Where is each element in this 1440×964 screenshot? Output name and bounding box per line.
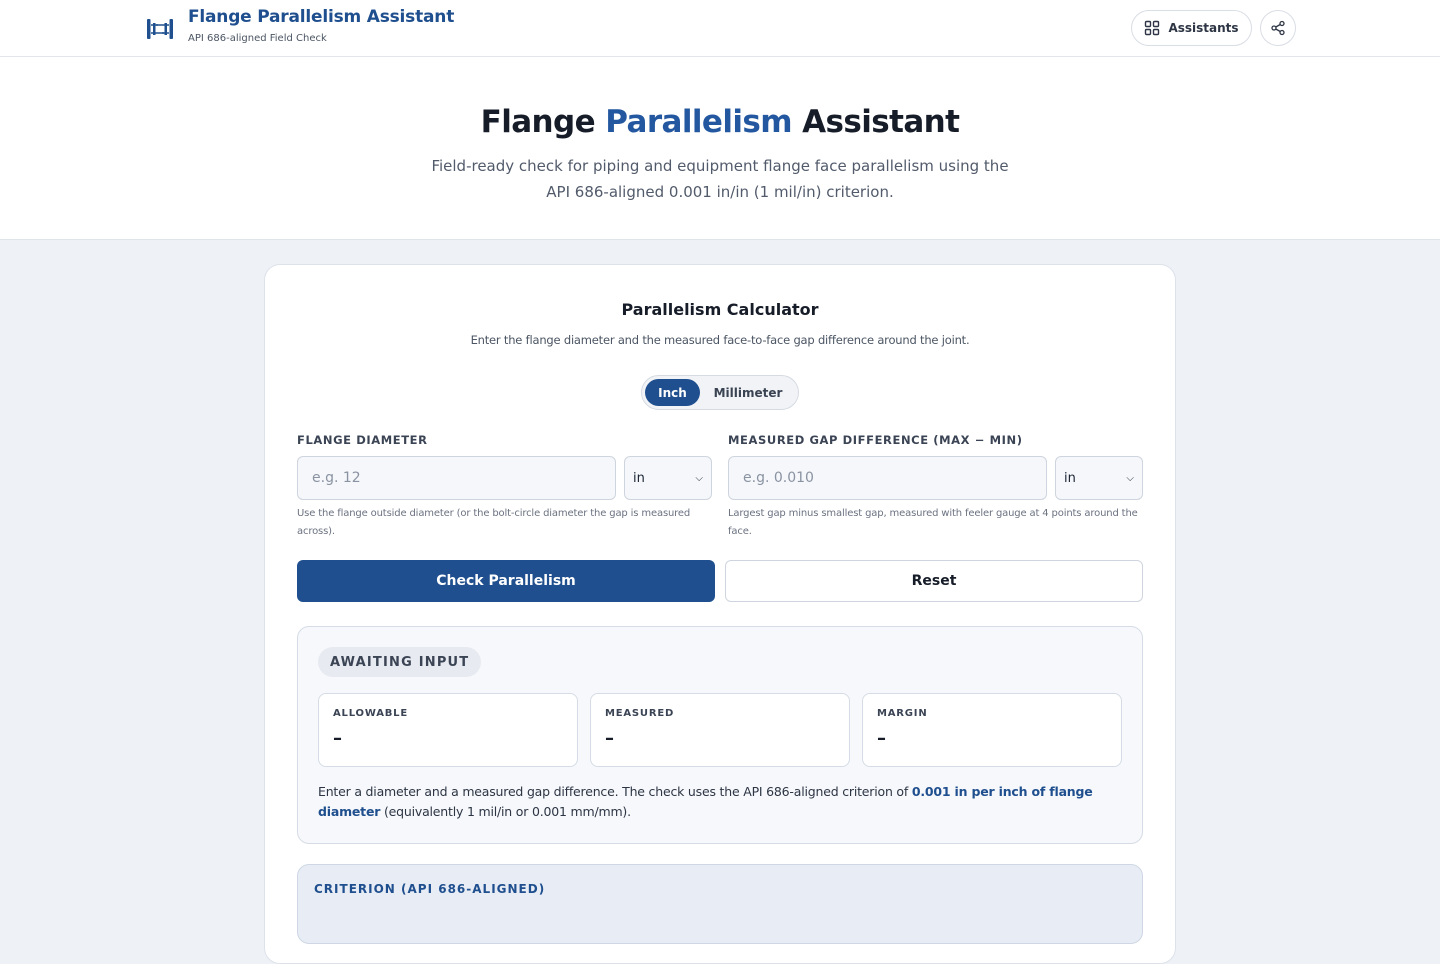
- reset-button[interactable]: Reset: [725, 560, 1143, 602]
- chevron-down-icon: ⌵: [1126, 472, 1134, 484]
- gap-unit-select[interactable]: in ⌵: [1055, 456, 1143, 500]
- gap-input[interactable]: [728, 456, 1047, 500]
- flange-logo-icon: [147, 19, 173, 39]
- metric-value: –: [605, 728, 614, 749]
- assistants-label: Assistants: [1168, 21, 1239, 35]
- title-part-2: Assistant: [791, 104, 960, 140]
- criterion-panel: CRITERION (API 686-ALIGNED): [297, 864, 1143, 944]
- unit-option-inch[interactable]: Inch: [645, 379, 700, 406]
- assistants-button[interactable]: Assistants: [1131, 10, 1252, 46]
- note-text-2: (equivalently 1 mil/in or 0.001 mm/mm).: [380, 804, 631, 819]
- status-badge: AWAITING INPUT: [318, 647, 482, 677]
- calculator-card: Parallelism Calculator Enter the flange …: [264, 264, 1176, 964]
- hero-description: Field-ready check for piping and equipme…: [431, 157, 1009, 201]
- metric-margin: MARGIN –: [862, 693, 1122, 767]
- note-text-1: Enter a diameter and a measured gap diff…: [318, 784, 912, 799]
- metric-label: MEASURED: [605, 708, 675, 719]
- metric-value: –: [877, 728, 886, 749]
- metric-label: MARGIN: [877, 708, 928, 719]
- share-icon: [1271, 20, 1285, 36]
- top-navbar: Flange Parallelism Assistant API 686-ali…: [0, 0, 1440, 57]
- calculator-title: Parallelism Calculator: [621, 300, 819, 319]
- page-title: Flange Parallelism Assistant: [0, 104, 1440, 140]
- metric-allowable: ALLOWABLE –: [318, 693, 578, 767]
- diameter-input[interactable]: [297, 456, 616, 500]
- grid-icon: [1145, 20, 1160, 36]
- unit-toggle: Inch Millimeter: [641, 375, 799, 410]
- gap-label: MEASURED GAP DIFFERENCE (MAX − MIN): [728, 433, 1023, 447]
- calculator-description: Enter the flange diameter and the measur…: [470, 333, 970, 347]
- check-parallelism-button[interactable]: Check Parallelism: [297, 560, 715, 602]
- result-note: Enter a diameter and a measured gap diff…: [318, 782, 1128, 822]
- chevron-down-icon: ⌵: [695, 472, 703, 484]
- title-part-1: Flange: [480, 104, 606, 140]
- brand-title: Flange Parallelism Assistant: [188, 6, 455, 27]
- share-button[interactable]: [1260, 10, 1296, 46]
- result-panel: AWAITING INPUT ALLOWABLE – MEASURED – MA…: [297, 626, 1143, 844]
- metric-value: –: [333, 728, 342, 749]
- metric-measured: MEASURED –: [590, 693, 850, 767]
- gap-unit-value: in: [1064, 470, 1076, 486]
- diameter-hint: Use the flange outside diameter (or the …: [297, 508, 691, 537]
- criterion-title: CRITERION (API 686-ALIGNED): [314, 882, 546, 896]
- brand-subtitle: API 686-aligned Field Check: [188, 32, 327, 44]
- hero-section: Flange Parallelism Assistant Field-ready…: [0, 57, 1440, 240]
- gap-hint: Largest gap minus smallest gap, measured…: [728, 508, 1138, 537]
- unit-option-millimeter[interactable]: Millimeter: [702, 379, 794, 406]
- diameter-unit-value: in: [633, 470, 645, 486]
- title-accent: Parallelism: [605, 104, 792, 140]
- diameter-label: FLANGE DIAMETER: [297, 433, 428, 447]
- brand[interactable]: Flange Parallelism Assistant API 686-ali…: [145, 6, 454, 44]
- metric-label: ALLOWABLE: [333, 708, 408, 719]
- diameter-unit-select[interactable]: in ⌵: [624, 456, 712, 500]
